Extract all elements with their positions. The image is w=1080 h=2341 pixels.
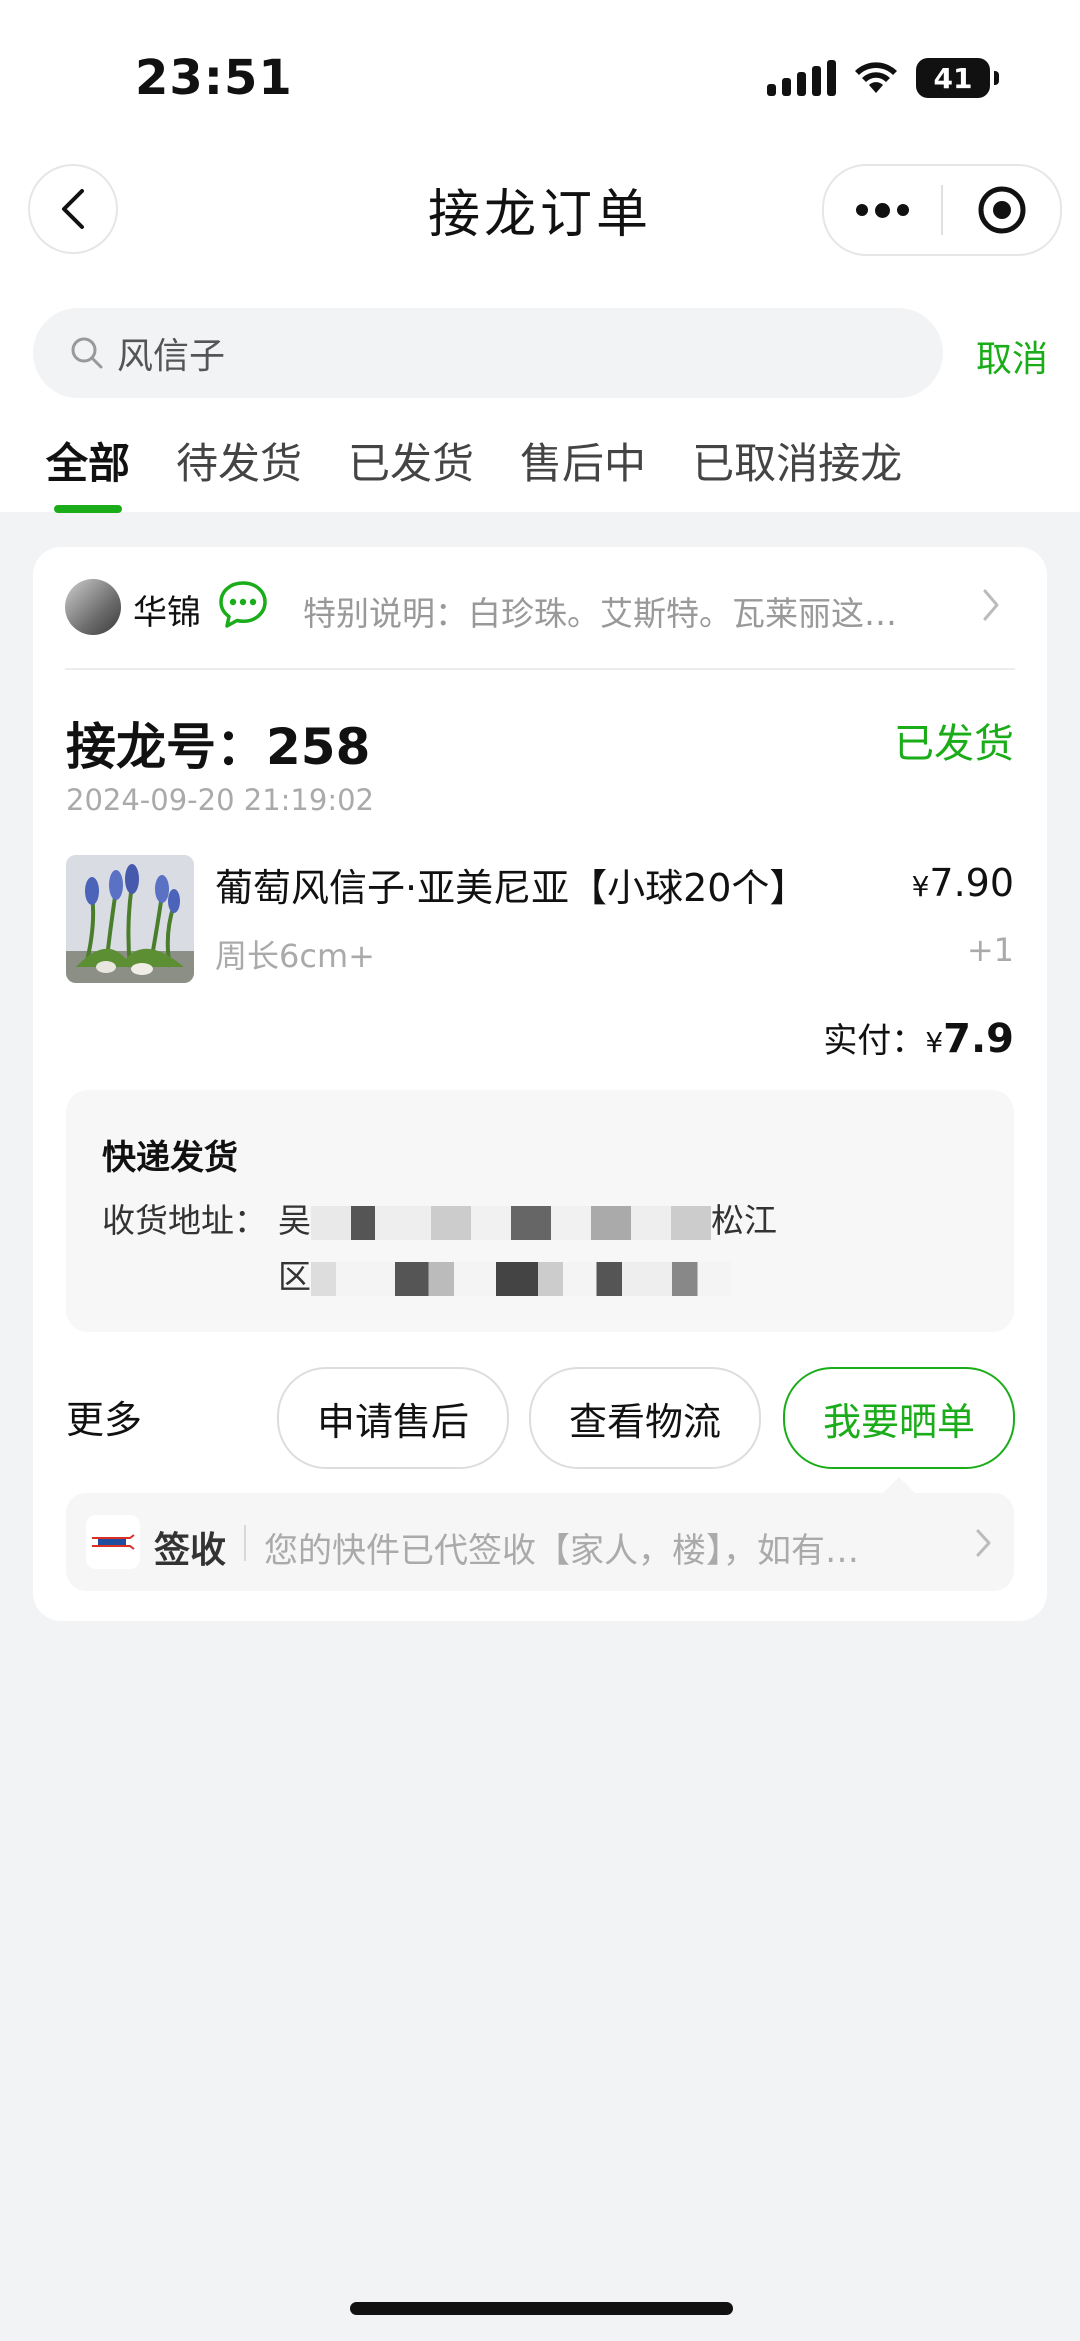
address-line-2: 区 bbox=[278, 1250, 731, 1298]
cellular-signal-icon bbox=[767, 60, 836, 96]
battery-icon: 41 bbox=[916, 58, 999, 98]
paid-total: 实付：¥7.9 bbox=[823, 1013, 1014, 1062]
order-number: 接龙号：258 bbox=[66, 718, 371, 776]
ems-logo bbox=[86, 1515, 140, 1569]
chevron-right-icon bbox=[976, 1529, 991, 1557]
avatar bbox=[65, 579, 121, 635]
product-quantity: +1 bbox=[966, 931, 1014, 969]
currency-symbol: ¥ bbox=[911, 870, 930, 903]
seller-name: 华锦 bbox=[133, 593, 201, 633]
tab-pending-shipment[interactable]: 待发货 bbox=[176, 430, 302, 491]
tab-after-sales[interactable]: 售后中 bbox=[520, 430, 646, 491]
home-indicator[interactable] bbox=[350, 2302, 733, 2315]
tracking-summary[interactable]: 签收 您的快件已代签收【家人，楼】，如有… bbox=[66, 1493, 1014, 1591]
mini-program-capsule bbox=[822, 164, 1062, 256]
special-note[interactable]: 特别说明：白珍珠。艾斯特。瓦莱丽这… bbox=[303, 587, 897, 635]
paid-amount: 7.9 bbox=[943, 1016, 1014, 1062]
search-icon bbox=[71, 337, 103, 369]
tab-shipped[interactable]: 已发货 bbox=[348, 430, 474, 491]
status-icons: 41 bbox=[767, 58, 999, 98]
address-end: 松江 bbox=[711, 1201, 777, 1240]
tab-cancelled[interactable]: 已取消接龙 bbox=[692, 430, 902, 491]
share-order-button[interactable]: 我要晒单 bbox=[783, 1367, 1015, 1469]
ems-logo-icon bbox=[92, 1534, 135, 1550]
address-line2-start: 区 bbox=[278, 1257, 311, 1296]
search-query: 风信子 bbox=[117, 336, 226, 377]
chevron-right-icon bbox=[983, 589, 999, 621]
tracking-message: 您的快件已代签收【家人，楼】，如有… bbox=[264, 1531, 859, 1571]
status-time: 23:51 bbox=[135, 50, 293, 106]
order-card[interactable]: 华锦 特别说明：白珍珠。艾斯特。瓦莱丽这… 接龙号：258 已发货 2024-0… bbox=[33, 547, 1047, 1621]
product-price: ¥7.90 bbox=[912, 861, 1014, 905]
shipping-info: 快递发货 收货地址： 吴 松江 区 bbox=[66, 1090, 1014, 1332]
divider bbox=[244, 1525, 246, 1561]
tab-all[interactable]: 全部 bbox=[46, 430, 130, 491]
address-label: 收货地址： bbox=[102, 1201, 267, 1240]
paid-label: 实付： bbox=[823, 1021, 926, 1061]
chat-icon[interactable] bbox=[217, 579, 269, 631]
tab-bar: 全部 待发货 已发货 售后中 已取消接龙 bbox=[46, 430, 902, 491]
grape-hyacinth-image bbox=[66, 855, 194, 983]
shipping-method: 快递发货 bbox=[102, 1138, 238, 1178]
address-start: 吴 bbox=[278, 1201, 311, 1240]
paid-currency-symbol: ¥ bbox=[925, 1026, 944, 1059]
redacted-block bbox=[311, 1261, 731, 1296]
target-icon bbox=[978, 186, 1025, 234]
order-date: 2024-09-20 21:19:02 bbox=[66, 783, 374, 817]
product-name[interactable]: 葡萄风信子·亚美尼亚【小球20个】 bbox=[215, 857, 807, 912]
tracking-status-label: 签收 bbox=[154, 1530, 227, 1571]
redacted-block bbox=[311, 1205, 711, 1240]
request-after-sales-button[interactable]: 申请售后 bbox=[277, 1367, 509, 1469]
cancel-button[interactable]: 取消 bbox=[976, 330, 1048, 382]
more-options-icon[interactable] bbox=[824, 202, 941, 218]
product-spec: 周长6cm+ bbox=[215, 937, 375, 975]
tooltip-arrow bbox=[883, 1477, 915, 1493]
price-value: 7.90 bbox=[929, 861, 1014, 905]
product-thumbnail[interactable] bbox=[66, 855, 194, 983]
close-program-button[interactable] bbox=[943, 185, 1060, 235]
search-input[interactable]: 风信子 bbox=[33, 308, 943, 398]
active-tab-indicator bbox=[54, 505, 122, 513]
status-badge: 已发货 bbox=[894, 721, 1014, 767]
divider bbox=[65, 668, 1015, 670]
address-line-1: 吴 松江 bbox=[278, 1194, 978, 1242]
wifi-icon bbox=[855, 62, 897, 93]
more-actions-button[interactable]: 更多 bbox=[66, 1389, 142, 1444]
view-logistics-button[interactable]: 查看物流 bbox=[529, 1367, 761, 1469]
